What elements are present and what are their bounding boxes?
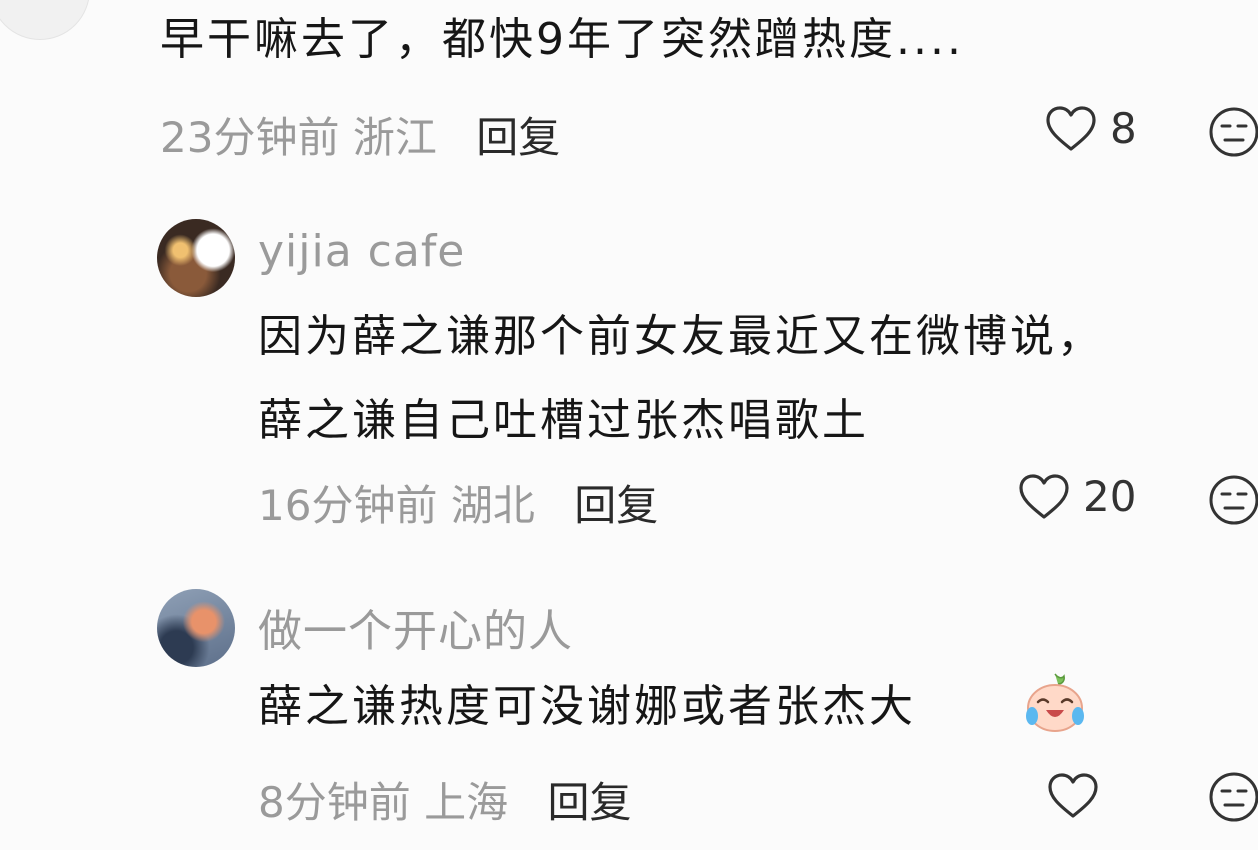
comment-line: 早干嘛去了，都快9年了突然蹭热度.... — [160, 14, 964, 65]
comment-location: 浙江 — [352, 113, 437, 162]
comment-line: 因为薛之谦那个前女友最近又在微博说， — [258, 311, 1104, 362]
username[interactable]: 做一个开心的人 — [258, 595, 573, 659]
comment-meta: 16分钟前 湖北 回复 — [258, 472, 658, 533]
comment-text: 薛之谦热度可没谢娜或者张杰大 — [258, 665, 916, 749]
comment-meta: 23分钟前 浙江 回复 — [160, 104, 560, 165]
heart-outline-icon[interactable] — [1018, 474, 1070, 520]
avatar[interactable] — [157, 589, 235, 667]
comment-text: 因为薛之谦那个前女友最近又在微博说， 薛之谦自己吐槽过张杰唱歌土 — [258, 295, 1104, 463]
comment-meta: 8分钟前 上海 回复 — [258, 769, 631, 830]
avatar[interactable] — [0, 0, 90, 40]
reply-button[interactable]: 回复 — [476, 113, 560, 162]
neutral-face-icon[interactable] — [1208, 106, 1258, 158]
comment-location: 湖北 — [450, 481, 535, 530]
like-count: 20 — [1083, 472, 1137, 521]
comment-line: 薛之谦热度可没谢娜或者张杰大 — [258, 681, 916, 732]
comment-time: 8分钟前 — [258, 778, 411, 827]
comment-line: 薛之谦自己吐槽过张杰唱歌土 — [258, 395, 869, 446]
comment-location: 上海 — [424, 778, 509, 827]
crying-laughing-emoji — [1026, 673, 1084, 732]
username[interactable]: yijia cafe — [258, 226, 465, 277]
neutral-face-icon[interactable] — [1208, 771, 1258, 823]
avatar[interactable] — [157, 219, 235, 297]
neutral-face-icon[interactable] — [1208, 474, 1258, 526]
comment-time: 16分钟前 — [258, 481, 438, 530]
comment-time: 23分钟前 — [160, 113, 340, 162]
reply-button[interactable]: 回复 — [547, 778, 631, 827]
reply-button[interactable]: 回复 — [574, 481, 658, 530]
heart-outline-icon[interactable] — [1047, 773, 1099, 819]
comment-text: 早干嘛去了，都快9年了突然蹭热度.... — [160, 0, 964, 82]
heart-outline-icon[interactable] — [1045, 106, 1097, 152]
like-count: 8 — [1110, 104, 1137, 153]
